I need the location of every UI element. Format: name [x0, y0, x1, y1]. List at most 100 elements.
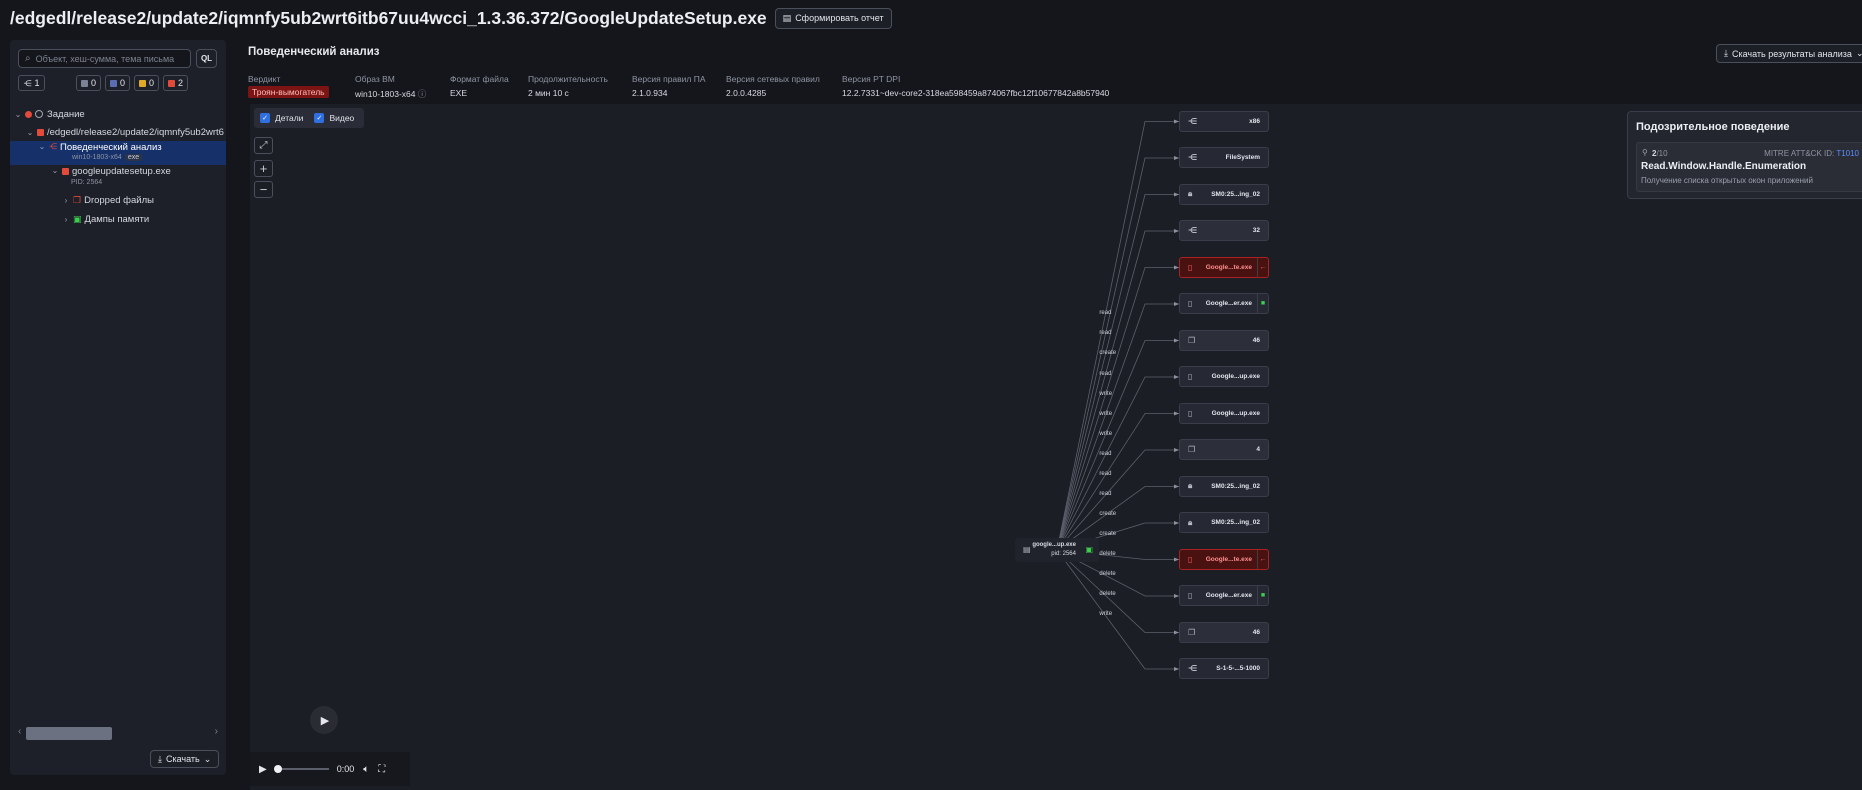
counter-gray[interactable]: 0 [76, 75, 101, 91]
behavior-count: 2/10 [1652, 149, 1668, 158]
meta-label-network-rules: Версия сетевых правил [726, 74, 820, 84]
scroll-left-icon[interactable]: ‹ [18, 726, 21, 737]
tree-item-memory-dumps[interactable]: › ▣ Дампы памяти [10, 210, 226, 228]
chevron-down-icon: ⌄ [1855, 48, 1862, 58]
meta-value-pt-dpi: 12.2.7331~dev-core2-318ea598459a874067fb… [842, 88, 1110, 98]
generate-report-button[interactable]: ▤ Сформировать отчет [774, 7, 892, 29]
graph-node-label: Google...up.exe [1211, 409, 1260, 417]
download-icon: ⤓ [158, 753, 162, 764]
volume-icon[interactable]: 🔈︎ [363, 764, 369, 775]
graph-node[interactable]: ▯ Google...er.exe ■ [1179, 585, 1269, 606]
memory-dump-icon: ■ [1257, 294, 1268, 313]
sidebar: ⌕ QL ⋲1 0 0 0 2 ⌄ Задание ⌄ /edgedl/rele… [10, 40, 226, 775]
seek-slider[interactable] [273, 765, 329, 773]
graph-node-label: Google...up.exe [1211, 373, 1260, 380]
file-icon: ▯ [1188, 554, 1193, 564]
chevron-down-icon[interactable]: ⌄ [50, 166, 60, 175]
graph-node[interactable]: 🔒︎ SM0:25...ing_02 [1179, 475, 1269, 497]
graph-edge [1056, 340, 1179, 551]
details-checkbox[interactable]: ✓ [260, 113, 270, 123]
tree-item-process[interactable]: ⌄ googleupdatesetup.exe [10, 166, 226, 182]
zoom-in-button[interactable]: + [254, 160, 273, 177]
graph-node[interactable]: 🔒︎ SM0:25...ing_02 [1179, 512, 1269, 533]
download-button[interactable]: ⤓ Скачать ⌄ [150, 750, 220, 768]
tree-item-dropped-files[interactable]: › ❐ Dropped файлы [10, 191, 226, 209]
edge-label: write [1099, 430, 1113, 437]
chevron-down-icon: ⌄ [203, 753, 212, 764]
file-path-title: /edgedl/release2/update2/iqmnfy5ub2wrt6i… [10, 7, 767, 28]
scroll-thumb[interactable] [26, 727, 112, 740]
graph-node[interactable]: ▯ Google...er.exe ■ [1179, 293, 1269, 314]
behavior-graph[interactable]: ✓ Детали ✓ Видео ⤢ + − ▤ google...up.exe p… [250, 104, 1862, 790]
registry-icon: ⋲ [1188, 153, 1198, 162]
download-results-button[interactable]: ⤓ Скачать результаты анализа ⌄ [1716, 44, 1862, 63]
graph-node[interactable]: ⋲ x86 [1179, 110, 1269, 132]
graph-node[interactable]: ❐ 4 [1179, 439, 1269, 460]
chevron-down-icon[interactable]: ⌄ [25, 128, 35, 137]
behavior-description: Получение списка открытых окон приложени… [1641, 176, 1813, 185]
meta-label-pt-dpi: Версия PT DPI [842, 74, 901, 84]
expand-icon: ⤢ [259, 140, 268, 151]
graph-node[interactable]: ▯ Google...up.exe [1179, 402, 1269, 424]
graph-node[interactable]: ▯ Google...te.exe ← [1179, 548, 1269, 570]
edge-label: write [1099, 611, 1113, 618]
graph-node[interactable]: ▯ Google...te.exe ← [1179, 256, 1269, 278]
fit-view-button[interactable]: ⤢ [254, 137, 273, 154]
copy-icon: ❐ [1188, 335, 1196, 345]
video-play-button[interactable]: ▶ [310, 706, 338, 734]
fullscreen-icon[interactable]: ⛶ [378, 764, 385, 775]
scroll-right-icon[interactable]: › [215, 726, 218, 737]
graph-node[interactable]: ⋲ 32 [1179, 220, 1269, 241]
copy-icon: ❐ [1188, 445, 1196, 454]
root-process-node[interactable]: ▤ google...up.exe pid: 2564 ▣ [1015, 538, 1099, 562]
graph-node[interactable]: 🔒︎ SM0:25...ing_02 [1179, 183, 1269, 205]
format-tag: exe [124, 154, 143, 161]
graph-edge [1056, 121, 1179, 551]
counter-yellow[interactable]: 0 [134, 75, 159, 91]
edge-label: read [1099, 450, 1112, 457]
tree-item-file-path[interactable]: ⌄ /edgedl/release2/update2/iqmnfy5ub2wrt… [10, 123, 226, 141]
zoom-out-button[interactable]: − [254, 181, 273, 198]
mitre-id[interactable]: MITRE ATT&CK ID: T1010 [1764, 149, 1859, 158]
edge-label: create [1099, 511, 1117, 518]
chevron-right-icon[interactable]: › [61, 215, 71, 224]
graph-node-label: x86 [1249, 117, 1260, 125]
ql-button[interactable]: QL [196, 49, 217, 68]
graph-node[interactable]: ❐ 46 [1179, 621, 1269, 643]
chevron-down-icon[interactable]: ⌄ [37, 142, 47, 151]
behavior-card[interactable]: ⚲ 2/10 MITRE ATT&CK ID: T1010 Read.Windo… [1636, 142, 1862, 192]
graph-node[interactable]: ▯ Google...up.exe [1179, 366, 1269, 387]
file-icon: ▯ [1188, 591, 1193, 600]
gray-square-icon [80, 79, 88, 87]
graph-node[interactable]: ⋲ S-1-5-...5-1000 [1179, 658, 1269, 679]
dropped-file-icon: ← [1257, 257, 1268, 277]
graph-node-label: SM0:25...ing_02 [1211, 482, 1260, 490]
root-process-name: google...up.exe [1032, 542, 1076, 548]
file-icon: ▯ [1188, 299, 1193, 308]
graph-node[interactable]: ⋲ FileSystem [1179, 147, 1269, 168]
graph-node-label: S-1-5-...5-1000 [1216, 665, 1260, 672]
graph-node-label: 32 [1252, 227, 1260, 234]
video-checkbox[interactable]: ✓ [314, 113, 325, 123]
document-icon: ▤ [782, 12, 792, 23]
tree-item-behavior-analysis[interactable]: ⌄ ⋲ Поведенческий анализ [10, 141, 226, 165]
graph-node[interactable]: ❐ 46 [1179, 329, 1269, 351]
play-icon[interactable]: ▶ [259, 764, 267, 775]
tree-item-task[interactable]: ⌄ Задание [10, 105, 226, 123]
counter-red[interactable]: 2 [163, 75, 188, 91]
seek-knob[interactable] [273, 765, 282, 773]
counter-share[interactable]: ⋲ 1 [18, 75, 45, 91]
meta-value-network-rules: 2.0.0.4285 [726, 88, 767, 98]
pin-icon: ⚲ [1642, 148, 1648, 157]
info-icon[interactable]: ⓘ [418, 89, 427, 99]
chevron-down-icon[interactable]: ⌄ [13, 110, 23, 119]
edge-label: delete [1099, 551, 1116, 558]
edge-label: delete [1099, 571, 1116, 578]
horizontal-scrollbar[interactable]: ‹ › [18, 726, 218, 740]
chevron-right-icon[interactable]: › [61, 196, 71, 205]
process-pid: PID: 2564 [71, 179, 103, 186]
counter-blue[interactable]: 0 [105, 75, 130, 91]
search-input[interactable] [35, 53, 186, 64]
graph-toggles: ✓ Детали ✓ Видео [254, 108, 364, 128]
search-box[interactable]: ⌕ [18, 49, 191, 68]
